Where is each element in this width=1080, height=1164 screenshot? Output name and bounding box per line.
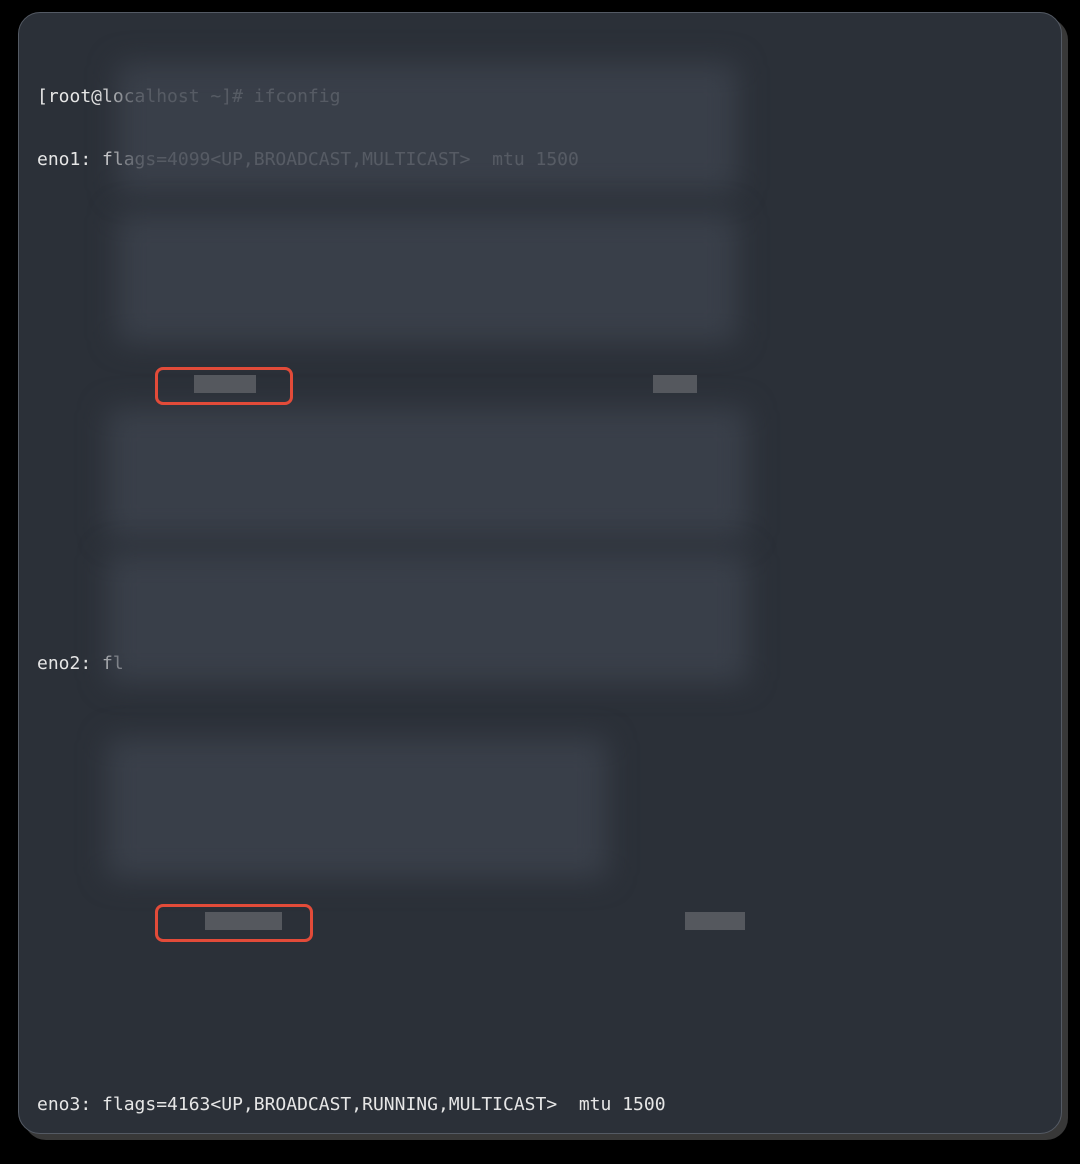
highlight-virbr0-ip (155, 904, 313, 942)
highlight-eno3-ip (155, 367, 293, 405)
redacted-block-eno4 (107, 553, 747, 683)
mask-eno3-bcast (653, 375, 697, 393)
mask-virbr0-bcast (685, 912, 745, 930)
redacted-block-eno1 (117, 63, 737, 193)
redacted-block-eno3 (107, 408, 747, 538)
terminal-window[interactable]: [root@localhost ~]# ifconfig eno1: flags… (18, 12, 1062, 1134)
eno3-header: eno3: flags=4163<UP,BROADCAST,RUNNING,MU… (37, 1094, 1055, 1115)
redacted-block-lo (107, 738, 607, 878)
redacted-block-eno2 (117, 213, 737, 343)
